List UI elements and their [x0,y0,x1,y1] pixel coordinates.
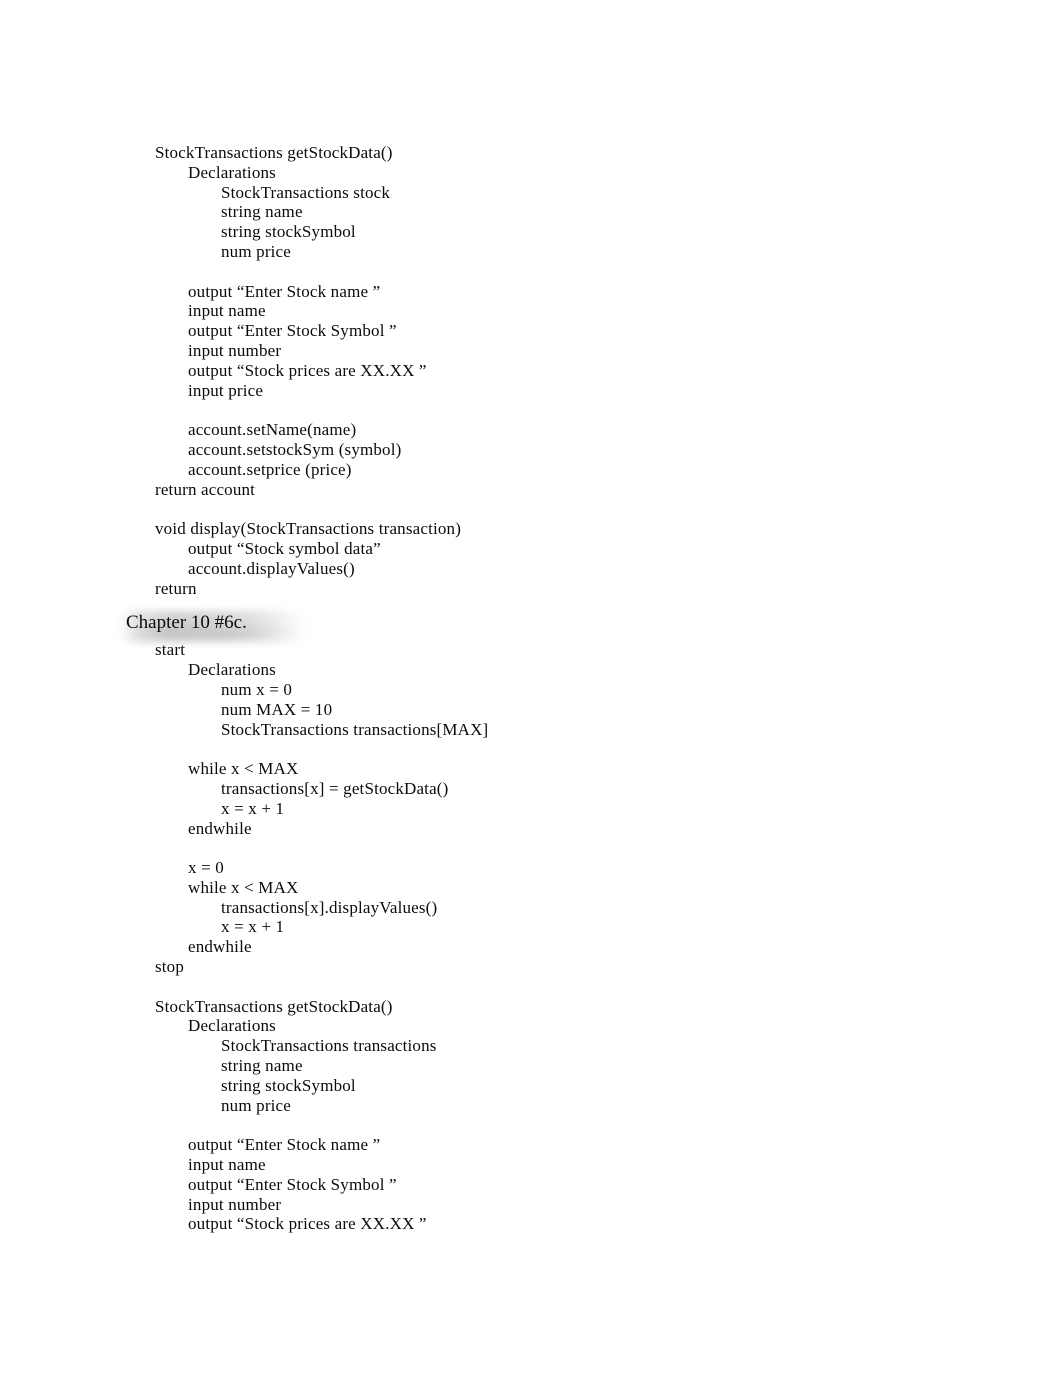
code-line: account.setName(name) [188,420,357,440]
code-line: transactions[x] = getStockData() [221,778,449,798]
code-line: account.setprice (price) [188,459,352,479]
code-line: output “Enter Stock Symbol ” [188,1174,397,1194]
code-line: Declarations [188,660,276,680]
code-line: string name [221,1056,303,1076]
document-body: StockTransactions getStockData() Declarat… [120,143,986,1234]
code-line: transactions[x].displayValues() [221,897,438,917]
code-line: stop [155,957,185,977]
code-line: StockTransactions getStockData() [155,996,393,1016]
code-line: Declarations [188,1016,276,1036]
code-line: account.displayValues() [188,558,355,578]
code-line: output “Stock prices are XX.XX ” [188,360,427,380]
code-line: output “Enter Stock Symbol ” [188,321,397,341]
code-line: output “Enter Stock name ” [188,1135,381,1155]
code-line: input price [188,380,264,400]
code-line: string name [221,202,303,222]
page-title: Chapter 10 #6c. [126,612,247,634]
code-line: string stockSymbol [221,1075,356,1095]
code-line: StockTransactions stock [221,182,391,202]
code-line: output “Stock symbol data” [188,538,381,558]
code-line: account.setstockSym (symbol) [188,439,402,459]
document-page: StockTransactions getStockData() Declarat… [0,0,1062,1376]
pseudocode-block-get-stock-data: StockTransactions getStockData() Declarat… [126,143,986,598]
code-line: output “Stock prices are XX.XX ” [188,1214,427,1234]
code-line: void display(StockTransactions transacti… [155,519,462,539]
code-line: output “Enter Stock name ” [188,281,381,301]
pseudocode-block-chapter-10-6c: start Declarations num x = 0 num MAX = 10 St… [126,640,986,1234]
code-line: start [155,640,186,660]
code-line: StockTransactions getStockData() [155,143,393,162]
code-line: num MAX = 10 [221,699,333,719]
code-line: input number [188,1194,282,1214]
code-line: while x < MAX [188,759,299,779]
code-line: num price [221,241,291,261]
code-line: endwhile [188,818,252,838]
code-line: StockTransactions transactions[MAX] [221,719,489,739]
code-line: StockTransactions transactions [221,1036,437,1056]
code-line: input name [188,301,266,321]
code-line: num x = 0 [221,679,293,699]
code-line: x = x + 1 [221,798,285,818]
code-line: input name [188,1155,266,1175]
code-line: endwhile [188,937,252,957]
code-line: num price [221,1095,291,1115]
code-line: return account [155,479,256,499]
section-heading-row: Chapter 10 #6c. [120,610,986,643]
code-line: return [155,578,197,598]
code-line: input number [188,340,282,360]
code-line: x = x + 1 [221,917,285,937]
code-line: x = 0 [188,858,224,878]
code-line: string stockSymbol [221,222,356,242]
code-line: Declarations [188,162,276,182]
code-line: while x < MAX [188,877,299,897]
